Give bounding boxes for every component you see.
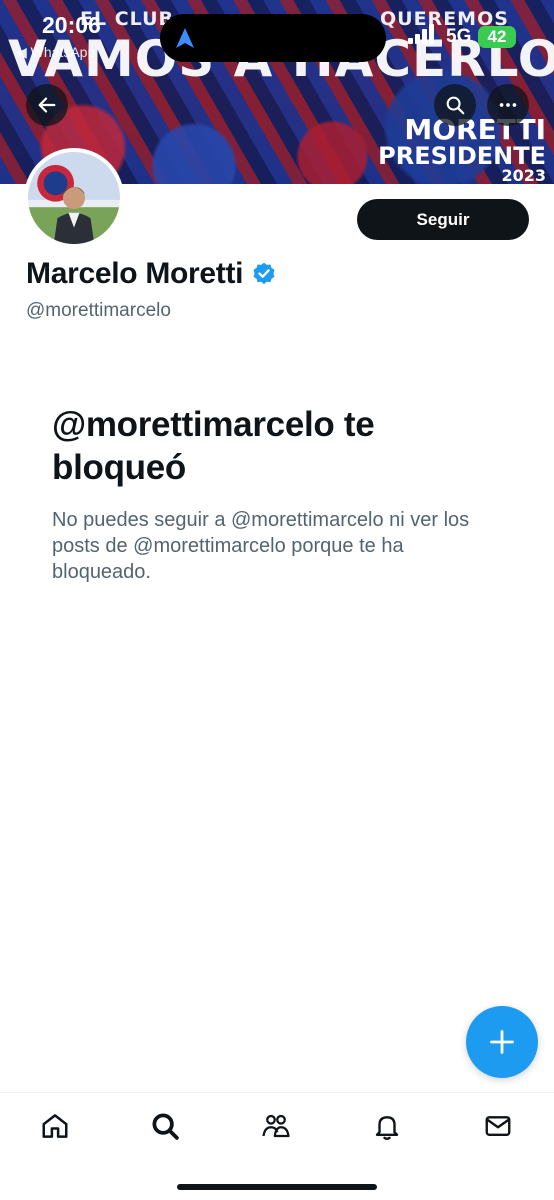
dynamic-island[interactable] [160, 14, 386, 62]
communities-icon [262, 1114, 290, 1138]
signal-icon [408, 24, 434, 44]
search-icon [446, 96, 465, 115]
follow-button[interactable]: Seguir [357, 199, 529, 240]
battery-indicator: 42 [478, 26, 516, 48]
avatar[interactable] [24, 148, 124, 248]
blocked-title: @morettimarcelo te bloqueó [52, 405, 375, 488]
back-to-app-link[interactable]: ◀ WhatsApp [16, 44, 95, 61]
arrow-left-icon [38, 97, 56, 113]
nav-explore[interactable] [148, 1109, 182, 1143]
verified-badge-icon[interactable] [251, 261, 277, 287]
status-time: 20:06 [42, 12, 101, 38]
network-type: 5G [446, 26, 472, 47]
blocked-description: No puedes seguir a @morettimarcelo ni ve… [52, 509, 470, 583]
banner-brand-role: PRESIDENTE [378, 142, 546, 170]
nav-messages[interactable] [481, 1109, 515, 1143]
nav-notifications[interactable] [370, 1109, 404, 1143]
plus-icon [490, 1030, 514, 1054]
navigation-arrow-icon [176, 28, 194, 48]
banner-brand: MORETTI PRESIDENTE 2023 [378, 116, 546, 184]
display-name: Marcelo Moretti [26, 257, 277, 291]
home-indicator[interactable] [177, 1184, 377, 1190]
compose-button[interactable] [466, 1006, 538, 1078]
nav-communities[interactable] [259, 1109, 293, 1143]
more-options-button[interactable] [487, 84, 529, 126]
profile-photo [28, 152, 120, 244]
home-icon [42, 1114, 68, 1138]
back-button[interactable] [26, 84, 68, 126]
nav-home[interactable] [38, 1109, 72, 1143]
more-icon [499, 103, 517, 107]
display-name-text: Marcelo Moretti [26, 257, 244, 290]
banner-brand-year: 2023 [501, 166, 546, 184]
search-button[interactable] [434, 84, 476, 126]
search-icon [152, 1113, 179, 1140]
profile-handle: @morettimarcelo [26, 300, 171, 321]
messages-icon [485, 1116, 511, 1136]
notifications-icon [375, 1116, 399, 1140]
